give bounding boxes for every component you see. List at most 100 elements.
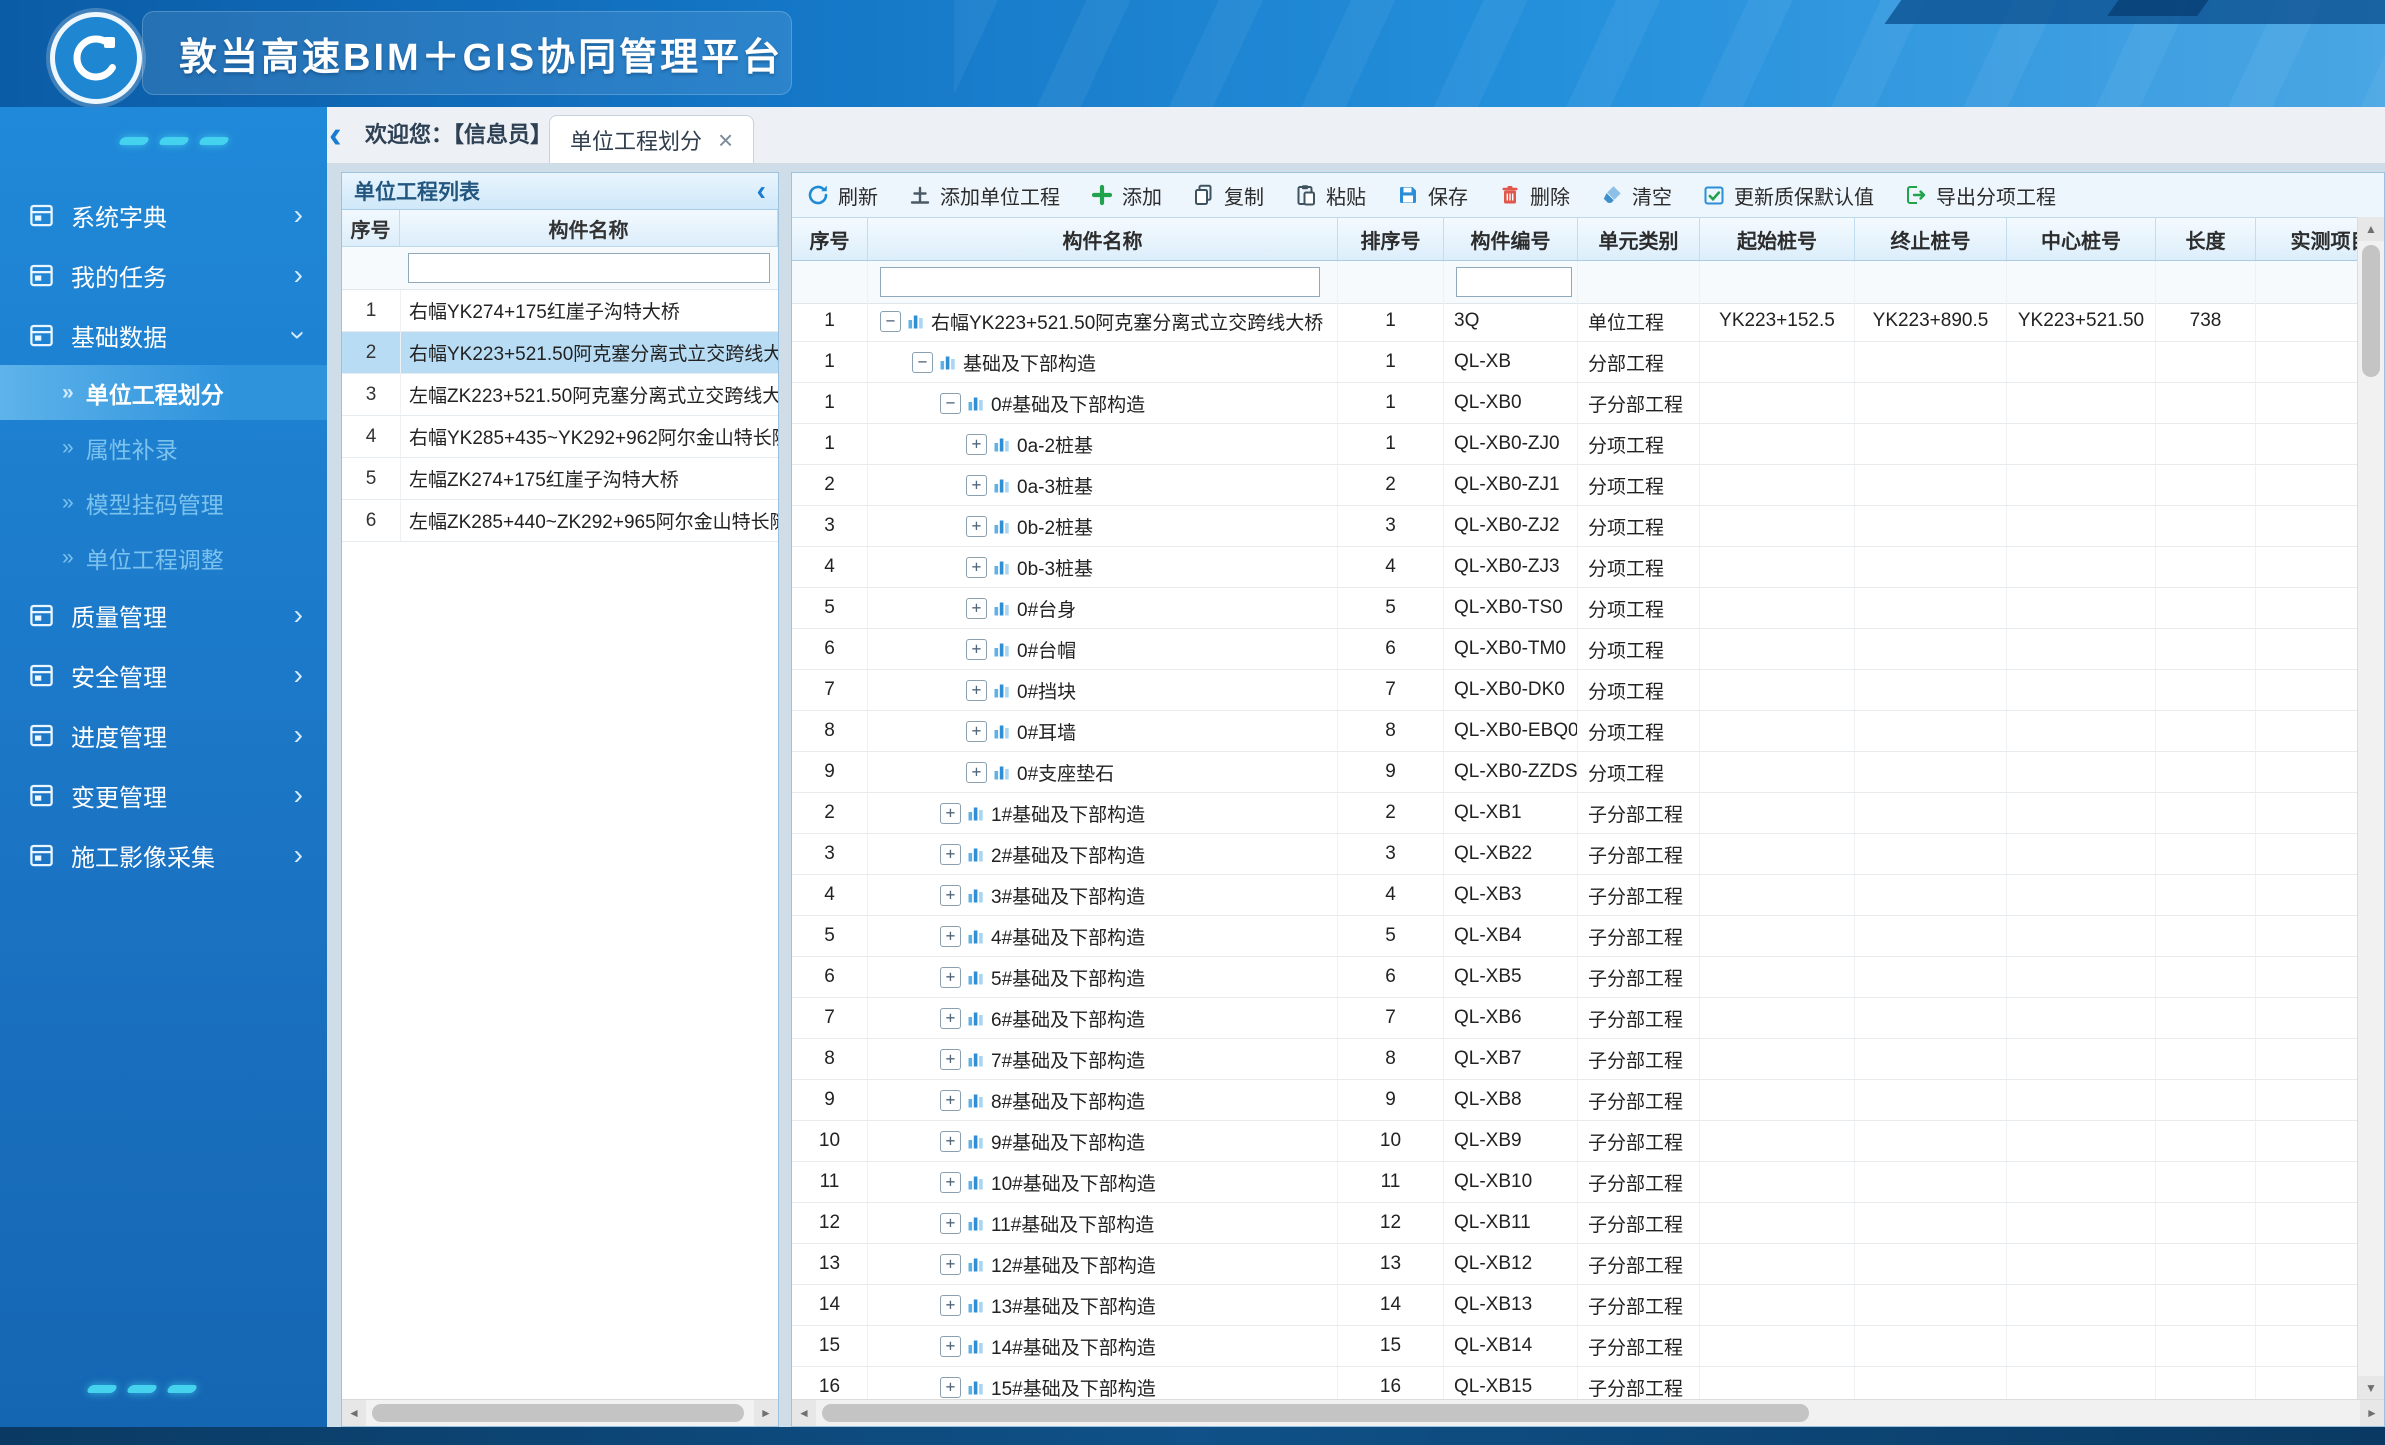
grid-row[interactable]: 3+2#基础及下部构造3QL-XB22子分部工程: [792, 834, 2360, 875]
expand-node-icon[interactable]: +: [940, 1090, 961, 1111]
unit-list-row[interactable]: 2右幅YK223+521.50阿克塞分离式立交跨线大桥: [342, 332, 778, 374]
grid-row[interactable]: 1−0#基础及下部构造1QL-XB0子分部工程: [792, 383, 2360, 424]
grid-row[interactable]: 3+0b-2桩基3QL-XB0-ZJ2分项工程: [792, 506, 2360, 547]
grid-row[interactable]: 1−基础及下部构造1QL-XB分部工程: [792, 342, 2360, 383]
grid-column-header[interactable]: 排序号: [1338, 218, 1444, 260]
grid-column-header[interactable]: 实测项目: [2256, 218, 2360, 260]
unit-list-row[interactable]: 1右幅YK274+175红崖子沟特大桥: [342, 290, 778, 332]
expand-node-icon[interactable]: +: [966, 598, 987, 619]
unit-list-row[interactable]: 6左幅ZK285+440~ZK292+965阿尔金山特长隧道: [342, 500, 778, 542]
sidebar-item-4[interactable]: »属性补录: [0, 420, 327, 475]
grid-row[interactable]: 5+0#台身5QL-XB0-TS0分项工程: [792, 588, 2360, 629]
expand-node-icon[interactable]: +: [966, 557, 987, 578]
expand-node-icon[interactable]: +: [940, 1131, 961, 1152]
grid-row[interactable]: 8+0#耳墙8QL-XB0-EBQ0分项工程: [792, 711, 2360, 752]
expand-node-icon[interactable]: +: [940, 844, 961, 865]
sidebar-item-11[interactable]: 施工影像采集›: [0, 825, 327, 885]
sidebar-item-0[interactable]: 系统字典›: [0, 185, 327, 245]
unit-list-hscrollbar[interactable]: ◄ ►: [342, 1399, 778, 1426]
grid-row[interactable]: 4+3#基础及下部构造4QL-XB3子分部工程: [792, 875, 2360, 916]
grid-row[interactable]: 9+0#支座垫石9QL-XB0-ZZDS0分项工程: [792, 752, 2360, 793]
sidebar-item-7[interactable]: 质量管理›: [0, 585, 327, 645]
expand-node-icon[interactable]: +: [940, 1254, 961, 1275]
scroll-right-icon[interactable]: ►: [2360, 1400, 2384, 1426]
toolbar-export-button[interactable]: 导出分项工程: [1904, 181, 2056, 210]
panel-collapse-icon[interactable]: ‹: [757, 177, 766, 205]
grid-column-header[interactable]: 构件名称: [868, 218, 1338, 260]
unit-list-row[interactable]: 5左幅ZK274+175红崖子沟特大桥: [342, 458, 778, 500]
code-filter-input[interactable]: [1456, 267, 1572, 297]
expand-node-icon[interactable]: +: [940, 1336, 961, 1357]
grid-row[interactable]: 5+4#基础及下部构造5QL-XB4子分部工程: [792, 916, 2360, 957]
toolbar-update-button[interactable]: 更新质保默认值: [1702, 181, 1874, 210]
grid-column-header[interactable]: 构件编号: [1444, 218, 1578, 260]
grid-row[interactable]: 9+8#基础及下部构造9QL-XB8子分部工程: [792, 1080, 2360, 1121]
sidebar-item-1[interactable]: 我的任务›: [0, 245, 327, 305]
column-header-name[interactable]: 构件名称: [400, 210, 778, 246]
expand-node-icon[interactable]: +: [940, 1377, 961, 1398]
expand-node-icon[interactable]: +: [966, 721, 987, 742]
sidebar-item-6[interactable]: »单位工程调整: [0, 530, 327, 585]
sidebar-item-9[interactable]: 进度管理›: [0, 705, 327, 765]
toolbar-plus-button[interactable]: 添加: [1090, 181, 1162, 210]
grid-column-header[interactable]: 序号: [792, 218, 868, 260]
sidebar-collapse-icon[interactable]: ‹: [329, 111, 342, 159]
expand-node-icon[interactable]: +: [966, 516, 987, 537]
expand-node-icon[interactable]: +: [940, 885, 961, 906]
grid-row[interactable]: 7+0#挡块7QL-XB0-DK0分项工程: [792, 670, 2360, 711]
grid-vscrollbar[interactable]: ▲ ▼: [2357, 217, 2384, 1400]
expand-node-icon[interactable]: +: [940, 1049, 961, 1070]
scroll-left-icon[interactable]: ◄: [792, 1400, 816, 1426]
grid-row[interactable]: 14+13#基础及下部构造14QL-XB13子分部工程: [792, 1285, 2360, 1326]
collapse-node-icon[interactable]: −: [940, 393, 961, 414]
expand-node-icon[interactable]: +: [940, 803, 961, 824]
unit-list-row[interactable]: 4右幅YK285+435~YK292+962阿尔金山特长隧道: [342, 416, 778, 458]
scroll-down-icon[interactable]: ▼: [2358, 1376, 2384, 1400]
scroll-left-icon[interactable]: ◄: [342, 1400, 366, 1426]
collapse-node-icon[interactable]: −: [912, 352, 933, 373]
grid-row[interactable]: 4+0b-3桩基4QL-XB0-ZJ3分项工程: [792, 547, 2360, 588]
unit-list-row[interactable]: 3左幅ZK223+521.50阿克塞分离式立交跨线大桥: [342, 374, 778, 416]
name-filter-input[interactable]: [880, 267, 1320, 297]
vscroll-thumb[interactable]: [2362, 245, 2380, 377]
sidebar-item-2[interactable]: 基础数据›: [0, 305, 327, 365]
expand-node-icon[interactable]: +: [940, 1008, 961, 1029]
grid-row[interactable]: 2+0a-3桩基2QL-XB0-ZJ1分项工程: [792, 465, 2360, 506]
grid-row[interactable]: 2+1#基础及下部构造2QL-XB1子分部工程: [792, 793, 2360, 834]
expand-node-icon[interactable]: +: [940, 1172, 961, 1193]
scroll-right-icon[interactable]: ►: [754, 1400, 778, 1426]
expand-node-icon[interactable]: +: [966, 434, 987, 455]
grid-column-header[interactable]: 中心桩号: [2007, 218, 2156, 260]
grid-row[interactable]: 11+10#基础及下部构造11QL-XB10子分部工程: [792, 1162, 2360, 1203]
expand-node-icon[interactable]: +: [940, 967, 961, 988]
sidebar-item-10[interactable]: 变更管理›: [0, 765, 327, 825]
grid-column-header[interactable]: 长度: [2156, 218, 2256, 260]
grid-row[interactable]: 6+5#基础及下部构造6QL-XB5子分部工程: [792, 957, 2360, 998]
expand-node-icon[interactable]: +: [966, 475, 987, 496]
grid-row[interactable]: 6+0#台帽6QL-XB0-TM0分项工程: [792, 629, 2360, 670]
sidebar-item-8[interactable]: 安全管理›: [0, 645, 327, 705]
toolbar-add-unit-button[interactable]: 添加单位工程: [908, 181, 1060, 210]
toolbar-save-button[interactable]: 保存: [1396, 181, 1468, 210]
scroll-up-icon[interactable]: ▲: [2358, 217, 2384, 241]
column-header-no[interactable]: 序号: [342, 210, 400, 246]
toolbar-copy-button[interactable]: 复制: [1192, 181, 1264, 210]
grid-row[interactable]: 15+14#基础及下部构造15QL-XB14子分部工程: [792, 1326, 2360, 1367]
grid-row[interactable]: 10+9#基础及下部构造10QL-XB9子分部工程: [792, 1121, 2360, 1162]
hscroll-thumb[interactable]: [372, 1404, 744, 1422]
grid-row[interactable]: 12+11#基础及下部构造12QL-XB11子分部工程: [792, 1203, 2360, 1244]
hscroll-thumb[interactable]: [822, 1404, 1809, 1422]
toolbar-refresh-button[interactable]: 刷新: [806, 181, 878, 210]
tab-unit-project-division[interactable]: 单位工程划分 ×: [549, 115, 754, 163]
expand-node-icon[interactable]: +: [966, 762, 987, 783]
grid-column-header[interactable]: 单元类别: [1578, 218, 1700, 260]
grid-row[interactable]: 1+0a-2桩基1QL-XB0-ZJ0分项工程: [792, 424, 2360, 465]
expand-node-icon[interactable]: +: [940, 926, 961, 947]
sidebar-item-5[interactable]: »模型挂码管理: [0, 475, 327, 530]
sidebar-item-3[interactable]: »单位工程划分: [0, 365, 327, 420]
grid-row[interactable]: 16+15#基础及下部构造16QL-XB15子分部工程: [792, 1367, 2360, 1400]
expand-node-icon[interactable]: +: [940, 1295, 961, 1316]
tab-close-icon[interactable]: ×: [718, 127, 733, 153]
expand-node-icon[interactable]: +: [966, 680, 987, 701]
expand-node-icon[interactable]: +: [966, 639, 987, 660]
